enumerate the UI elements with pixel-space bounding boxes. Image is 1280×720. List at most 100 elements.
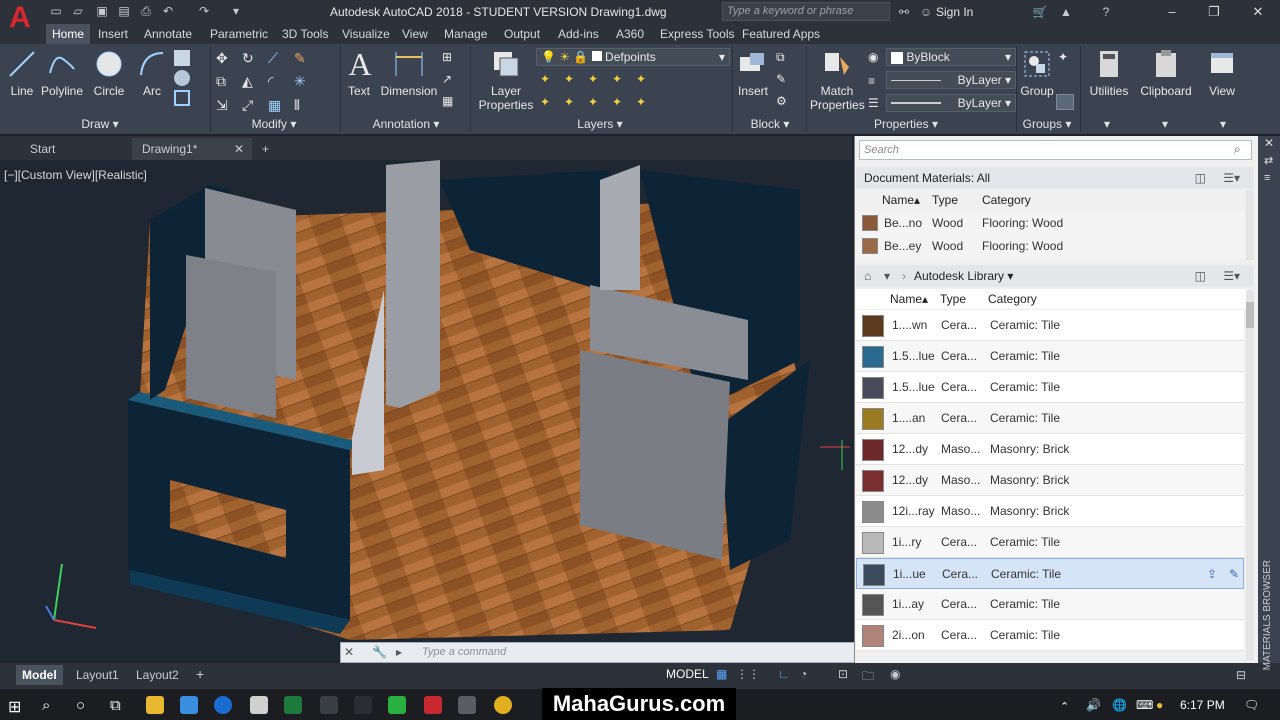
- calculator-icon[interactable]: [250, 696, 268, 714]
- dimension-button[interactable]: Dimension: [380, 48, 438, 98]
- properties-panel-title[interactable]: Properties ▾: [866, 117, 946, 133]
- tab-parametric[interactable]: Parametric: [204, 24, 274, 44]
- document-material-row[interactable]: Be...no Wood Flooring: Wood: [856, 212, 1244, 235]
- language-icon[interactable]: ⌨: [1136, 698, 1153, 712]
- grid-icon[interactable]: ▦: [716, 667, 727, 681]
- tab-express-tools[interactable]: Express Tools: [654, 24, 740, 44]
- save-icon[interactable]: ▣: [94, 4, 110, 18]
- workspace-icon[interactable]: ▾: [228, 4, 244, 18]
- chevron-down-icon[interactable]: ▾: [884, 265, 890, 287]
- chrome-icon[interactable]: [494, 696, 512, 714]
- ungroup-icon[interactable]: ✦: [1058, 50, 1068, 64]
- array-icon[interactable]: ▦: [268, 97, 284, 113]
- create-material-icon[interactable]: ◉: [890, 667, 900, 681]
- library-material-row[interactable]: 1....wn Cera... Ceramic: Tile: [856, 310, 1244, 341]
- skype-icon[interactable]: [214, 696, 232, 714]
- offset-icon[interactable]: ⫴: [294, 97, 310, 113]
- edit-block-icon[interactable]: ✎: [776, 72, 792, 88]
- open-file-icon[interactable]: ▱: [70, 4, 86, 18]
- notifications-icon[interactable]: 🗨: [1244, 698, 1259, 712]
- tab-add-ins[interactable]: Add-ins: [552, 24, 605, 44]
- list-view-icon[interactable]: ☰▾: [1223, 265, 1240, 287]
- tab-a360[interactable]: A360: [610, 24, 650, 44]
- cart-icon[interactable]: 🛒: [1032, 5, 1048, 19]
- explode-icon[interactable]: ✳: [294, 73, 310, 89]
- add-to-document-icon[interactable]: ⇪: [1207, 559, 1217, 590]
- library-material-row[interactable]: 1.5...lue Cera... Ceramic: Tile: [856, 372, 1244, 403]
- osnap-icon[interactable]: ⊡: [838, 667, 848, 681]
- fillet-icon[interactable]: ◜: [268, 73, 284, 89]
- layer-off-icon[interactable]: ✦: [588, 72, 604, 88]
- panel-options-icon[interactable]: ⊟: [1236, 668, 1246, 682]
- stretch-icon[interactable]: ⇲: [216, 97, 232, 113]
- layout-toggle-icon[interactable]: ◫: [1195, 167, 1206, 189]
- autocad-taskbar-icon[interactable]: [424, 696, 442, 714]
- undo-icon[interactable]: ↶: [160, 4, 176, 18]
- attribute-icon[interactable]: ⚙: [776, 94, 792, 110]
- library-material-row[interactable]: 1i...ry Cera... Ceramic: Tile: [856, 527, 1244, 558]
- model-space-button[interactable]: MODEL: [666, 667, 709, 681]
- linetype-dropdown[interactable]: ByLayer ▾: [886, 71, 1016, 89]
- command-prompt-icon[interactable]: ▸: [396, 645, 402, 659]
- layer-thaw-icon[interactable]: ✦: [564, 95, 580, 111]
- layout-tab-model[interactable]: Model: [16, 665, 63, 685]
- draw-panel-title[interactable]: Draw ▾: [60, 117, 140, 133]
- search-icon[interactable]: ⌕: [1234, 142, 1241, 157]
- rotate-icon[interactable]: ↻: [242, 50, 258, 66]
- redo-icon[interactable]: ↷: [196, 4, 212, 18]
- search-icon[interactable]: ⌕: [42, 697, 50, 714]
- tab-manage[interactable]: Manage: [438, 24, 493, 44]
- help-icon[interactable]: ?: [1098, 5, 1114, 19]
- block-panel-title[interactable]: Block ▾: [740, 117, 800, 133]
- group-button[interactable]: Group: [1018, 48, 1056, 98]
- region-icon[interactable]: [174, 90, 190, 106]
- clipboard-expand-icon[interactable]: ▾: [1150, 117, 1180, 133]
- groups-panel-title[interactable]: Groups ▾: [1018, 117, 1076, 133]
- layer-unlock-icon[interactable]: ✦: [612, 95, 628, 111]
- layer-lock-icon[interactable]: ✦: [612, 72, 628, 88]
- table-icon[interactable]: ⊞: [442, 50, 458, 66]
- utilities-button[interactable]: Utilities: [1086, 48, 1132, 98]
- library-material-row[interactable]: 1.5...lue Cera... Ceramic: Tile: [856, 341, 1244, 372]
- palette-properties-icon[interactable]: ≡: [1264, 172, 1270, 184]
- scale-icon[interactable]: ⤢: [242, 97, 258, 113]
- annotation-panel-title[interactable]: Annotation ▾: [364, 117, 448, 133]
- mirror-icon[interactable]: ◭: [242, 73, 258, 89]
- view-button[interactable]: View: [1204, 48, 1240, 98]
- clock[interactable]: 6:17 PM: [1180, 698, 1225, 712]
- ortho-icon[interactable]: ∟: [778, 667, 790, 681]
- new-tab-icon[interactable]: +: [256, 138, 280, 160]
- close-palette-icon[interactable]: ✕: [1264, 136, 1274, 150]
- layout-tab-layout1[interactable]: Layout1: [70, 665, 125, 685]
- utilities-expand-icon[interactable]: ▾: [1092, 117, 1122, 133]
- layer-current-icon[interactable]: ✦: [636, 95, 652, 111]
- tab-view[interactable]: View: [396, 24, 434, 44]
- user-icon[interactable]: ☺: [918, 5, 934, 19]
- grid-table-icon[interactable]: ▦: [442, 94, 458, 110]
- app-logo-icon[interactable]: A: [0, 0, 40, 44]
- close-icon[interactable]: ✕: [1244, 2, 1272, 22]
- library-material-row[interactable]: 1....an Cera... Ceramic: Tile: [856, 403, 1244, 434]
- arc-button[interactable]: Arc: [136, 48, 168, 98]
- layer-match-icon[interactable]: ✦: [636, 72, 652, 88]
- library-scrollbar[interactable]: [1246, 290, 1254, 660]
- hatch-icon[interactable]: [174, 70, 190, 86]
- polyline-button[interactable]: Polyline: [40, 48, 84, 98]
- tray-app-icon[interactable]: ●: [1156, 698, 1163, 712]
- erase-icon[interactable]: ✎: [294, 50, 310, 66]
- viewport-controls-label[interactable]: [−][Custom View][Realistic]: [4, 168, 147, 182]
- command-close-icon[interactable]: ✕: [344, 645, 354, 659]
- close-tab-icon[interactable]: ✕: [234, 138, 244, 160]
- library-dropdown[interactable]: Autodesk Library ▾: [914, 265, 1013, 287]
- tab-start[interactable]: Start: [20, 138, 65, 160]
- file-explorer-icon[interactable]: [146, 696, 164, 714]
- maximize-icon[interactable]: ❐: [1200, 2, 1228, 22]
- category-column-header[interactable]: Category: [982, 190, 1031, 210]
- tab-home[interactable]: Home: [46, 24, 91, 44]
- library-material-row[interactable]: 12...dy Maso... Masonry: Brick: [856, 465, 1244, 496]
- tab-3d-tools[interactable]: 3D Tools: [276, 24, 334, 44]
- network-icon[interactable]: 🌐: [1112, 698, 1127, 712]
- color-dropdown[interactable]: ByBlock ▾: [886, 48, 1016, 66]
- tab-drawing1[interactable]: Drawing1* ✕: [132, 138, 252, 160]
- home-icon[interactable]: ⌂: [864, 265, 871, 287]
